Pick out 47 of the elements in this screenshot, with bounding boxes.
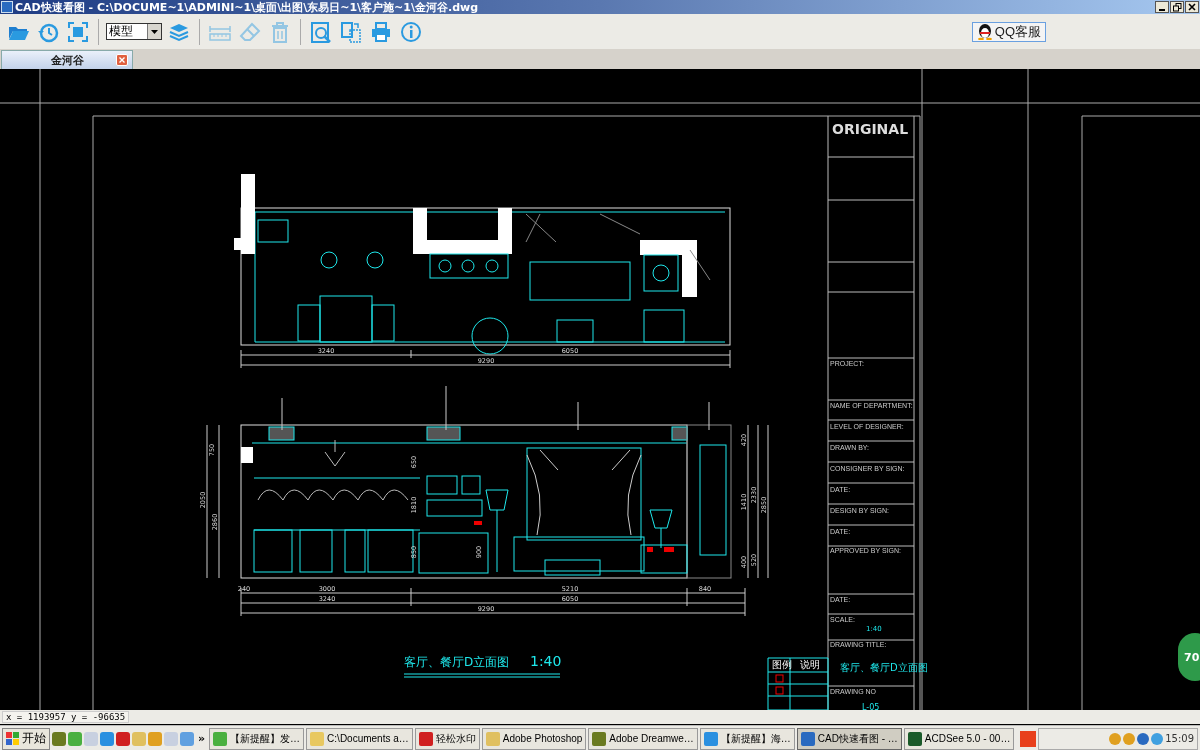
drawing-scale: 1:40: [530, 653, 562, 669]
start-button[interactable]: 开始: [2, 727, 50, 750]
windows-flag-icon: [6, 731, 20, 746]
app-icon: [703, 731, 718, 746]
info-icon: [400, 20, 422, 43]
taskbar-button[interactable]: Adobe Dreamwe…: [588, 727, 698, 750]
zoom-extents-icon: [67, 20, 89, 43]
app-icon[interactable]: [100, 731, 114, 746]
drawing-title-value: 客厅、餐厅D立面图: [840, 662, 928, 673]
taskbar-button[interactable]: C:\Documents a…: [306, 727, 413, 750]
app-icon: [418, 731, 433, 746]
logo-text: ORIGINAL: [832, 121, 909, 137]
taskbar-button[interactable]: CAD快速看图 - …: [796, 727, 902, 750]
close-icon[interactable]: [116, 54, 128, 66]
support-button[interactable]: QQ客服: [971, 21, 1046, 42]
taskbar-button[interactable]: ACDSee 5.0 - 00…: [903, 727, 1015, 750]
window-title: CAD快速看图 - C:\DOCUME~1\ADMINI~1\桌面\出图\东易日~1\客户施~1\金河谷.dwg: [15, 0, 480, 15]
eraser-icon: [239, 20, 261, 43]
legend-header: 说明: [800, 659, 820, 670]
restore-button[interactable]: [1170, 1, 1184, 13]
convert-document-icon: [340, 20, 362, 43]
legend-table: [767, 657, 829, 710]
document-tab[interactable]: 金河谷: [1, 50, 133, 69]
taskbar-button[interactable]: 轻松水印: [414, 727, 480, 750]
restore-icon: [1172, 2, 1182, 12]
trash-icon: [269, 20, 291, 43]
clock: 15:09: [1165, 733, 1194, 744]
close-button[interactable]: [1185, 1, 1199, 13]
app-icon: [1, 1, 13, 13]
search-document-icon: [310, 20, 332, 43]
taskbar-button[interactable]: 【新提醒】发…: [209, 727, 305, 750]
side-badge[interactable]: 70: [1178, 633, 1200, 681]
printer-icon: [370, 20, 392, 43]
drawing-number: L-05: [862, 703, 880, 710]
app-icon[interactable]: [116, 731, 130, 746]
minimize-button[interactable]: [1155, 1, 1169, 13]
input-method-icon[interactable]: [1020, 730, 1037, 747]
caret-icon: [151, 29, 158, 34]
taskbar-button[interactable]: Adobe Photoshop: [481, 727, 587, 750]
taskbar-button[interactable]: 【新提醒】海…: [699, 727, 795, 750]
coordinates-readout: x = 1193957 y = -96635: [2, 711, 130, 723]
legend-header: 图例: [772, 659, 792, 670]
drawing-title: 客厅、餐厅D立面图: [404, 655, 510, 669]
app-icon: [800, 731, 815, 746]
layout-dropdown[interactable]: 模型: [106, 23, 162, 40]
more-button[interactable]: »: [196, 732, 208, 745]
close-icon: [1188, 3, 1196, 11]
